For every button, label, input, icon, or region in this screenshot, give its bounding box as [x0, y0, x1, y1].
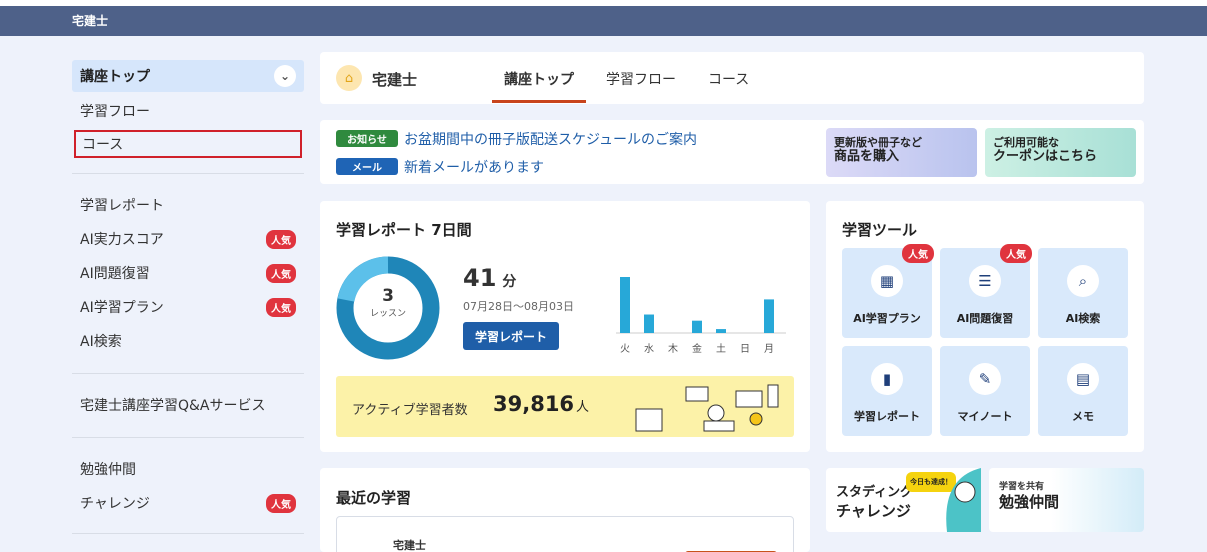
- sidebar-item-learning-flow[interactable]: 学習フロー: [72, 94, 304, 128]
- sidebar-item-qa-service[interactable]: 宅建士講座学習Q&Aサービス: [72, 388, 304, 422]
- lesson-count: 3 レッスン: [369, 286, 406, 319]
- chart-bar-1: [644, 314, 654, 333]
- sidebar-item-ai-search[interactable]: AI検索: [72, 324, 304, 358]
- sidebar-item-ai-score[interactable]: AI実力スコア 人気: [72, 222, 304, 256]
- tool-learning-report[interactable]: ▮ 学習レポート: [842, 346, 932, 436]
- chart-day-label: 土: [716, 342, 726, 355]
- sidebar-item-course-top[interactable]: 講座トップ ⌄: [72, 60, 304, 92]
- pencil-note-icon: ✎: [969, 363, 1001, 395]
- divider: [72, 173, 304, 174]
- chart-day-label: 火: [620, 343, 630, 355]
- chevron-down-icon[interactable]: ⌄: [274, 65, 296, 87]
- challenge-illustration: [946, 468, 981, 532]
- mail-tag: メール: [336, 158, 398, 175]
- active-learners-box: アクティブ学習者数 39,816 人: [336, 376, 794, 437]
- weekly-bar-chart: 火水木金土日月: [616, 277, 786, 355]
- tool-my-note[interactable]: ✎ マイノート: [940, 346, 1030, 436]
- popular-badge: 人気: [266, 229, 296, 249]
- divider: [72, 373, 304, 374]
- chart-day-label: 木: [668, 343, 678, 355]
- popular-badge: 人気: [1000, 244, 1032, 263]
- chart-bar-4: [716, 329, 726, 333]
- popular-badge: 人気: [902, 244, 934, 263]
- tool-ai-search[interactable]: ⌕ AI検索: [1038, 248, 1128, 338]
- notice-link[interactable]: お盆期間中の冊子版配送スケジュールのご案内: [404, 129, 697, 149]
- course-header: ⌂ 宅建士 講座トップ 学習フロー コース: [320, 52, 1144, 104]
- bar-chart-icon: ▮: [871, 363, 903, 395]
- popular-badge: 人気: [266, 263, 296, 283]
- tab-learning-flow[interactable]: 学習フロー: [606, 69, 676, 89]
- notice-panel: お知らせ お盆期間中の冊子版配送スケジュールのご案内 メール 新着メールがありま…: [320, 120, 1144, 184]
- recent-title: 最近の学習: [336, 489, 412, 507]
- tool-ai-plan[interactable]: ▦ AI学習プラン 人気: [842, 244, 934, 338]
- tab-course-top[interactable]: 講座トップ: [504, 69, 574, 89]
- study-buddies-banner[interactable]: 学習を共有 勉強仲間: [989, 468, 1144, 532]
- active-tab-underline: [492, 100, 586, 103]
- buy-products-banner[interactable]: 更新版や冊子など 商品を購入: [826, 128, 977, 177]
- report-title: 学習レポート 7日間: [336, 221, 472, 239]
- divider: [72, 533, 304, 534]
- divider: [72, 437, 304, 438]
- sidebar-item-challenge[interactable]: チャレンジ 人気: [72, 486, 304, 520]
- calendar-check-icon: ▦: [871, 265, 903, 297]
- coupon-banner[interactable]: ご利用可能な クーポンはこちら: [985, 128, 1136, 177]
- chart-day-label: 金: [692, 342, 702, 355]
- challenge-banner[interactable]: 今日も達成！ スタディング チャレンジ: [826, 468, 981, 532]
- sidebar: 講座トップ ⌄ 学習フロー コース 学習レポート AI実力スコア 人気 AI問題復…: [72, 60, 304, 548]
- document-review-icon: ☰: [969, 265, 1001, 297]
- memo-icon: ▤: [1067, 363, 1099, 395]
- chart-day-label: 日: [740, 344, 750, 355]
- app-title: 宅建士: [0, 6, 1207, 36]
- tool-memo[interactable]: ▤ メモ: [1038, 346, 1128, 436]
- sidebar-item-ai-review[interactable]: AI問題復習 人気: [72, 256, 304, 290]
- top-bar: 宅建士: [0, 0, 1207, 36]
- home-icon: ⌂: [336, 65, 362, 91]
- sidebar-item-course[interactable]: コース: [74, 130, 302, 158]
- course-title: 宅建士: [372, 71, 418, 89]
- learning-report-card: 学習レポート 7日間 3 レッスン 41 分 07月28日〜08月03日 学習レポ…: [320, 201, 810, 452]
- sidebar-item-study-buddies[interactable]: 勉強仲間: [72, 452, 304, 486]
- sidebar-item-learning-report[interactable]: 学習レポート: [72, 188, 304, 222]
- tools-title: 学習ツール: [842, 221, 918, 239]
- sidebar-item-ai-plan[interactable]: AI学習プラン 人気: [72, 290, 304, 324]
- chart-bar-6: [764, 299, 774, 333]
- mail-link[interactable]: 新着メールがあります: [404, 157, 544, 177]
- chart-day-label: 水: [644, 343, 654, 355]
- popular-badge: 人気: [266, 493, 296, 513]
- search-icon: ⌕: [1067, 265, 1099, 297]
- popular-badge: 人気: [266, 297, 296, 317]
- recent-course-item[interactable]: 宅建士: [336, 516, 794, 552]
- learning-report-button[interactable]: 学習レポート: [463, 322, 559, 350]
- chart-day-label: 月: [764, 343, 774, 355]
- notice-tag: お知らせ: [336, 130, 398, 147]
- tab-course[interactable]: コース: [708, 69, 749, 89]
- recent-learning-card: 最近の学習 宅建士: [320, 468, 810, 552]
- tool-ai-review[interactable]: ☰ AI問題復習 人気: [940, 244, 1032, 338]
- active-learners-count: 39,816 人: [493, 392, 590, 416]
- date-range: 07月28日〜08月03日: [463, 300, 574, 313]
- learning-tools-card: 学習ツール ▦ AI学習プラン 人気 ☰ AI問題復習 人気 ⌕ AI検索 ▮ …: [826, 201, 1144, 452]
- chart-bar-0: [620, 277, 630, 333]
- chart-bar-3: [692, 320, 702, 333]
- study-illustration: [635, 384, 779, 432]
- study-minutes: 41 分: [463, 264, 517, 292]
